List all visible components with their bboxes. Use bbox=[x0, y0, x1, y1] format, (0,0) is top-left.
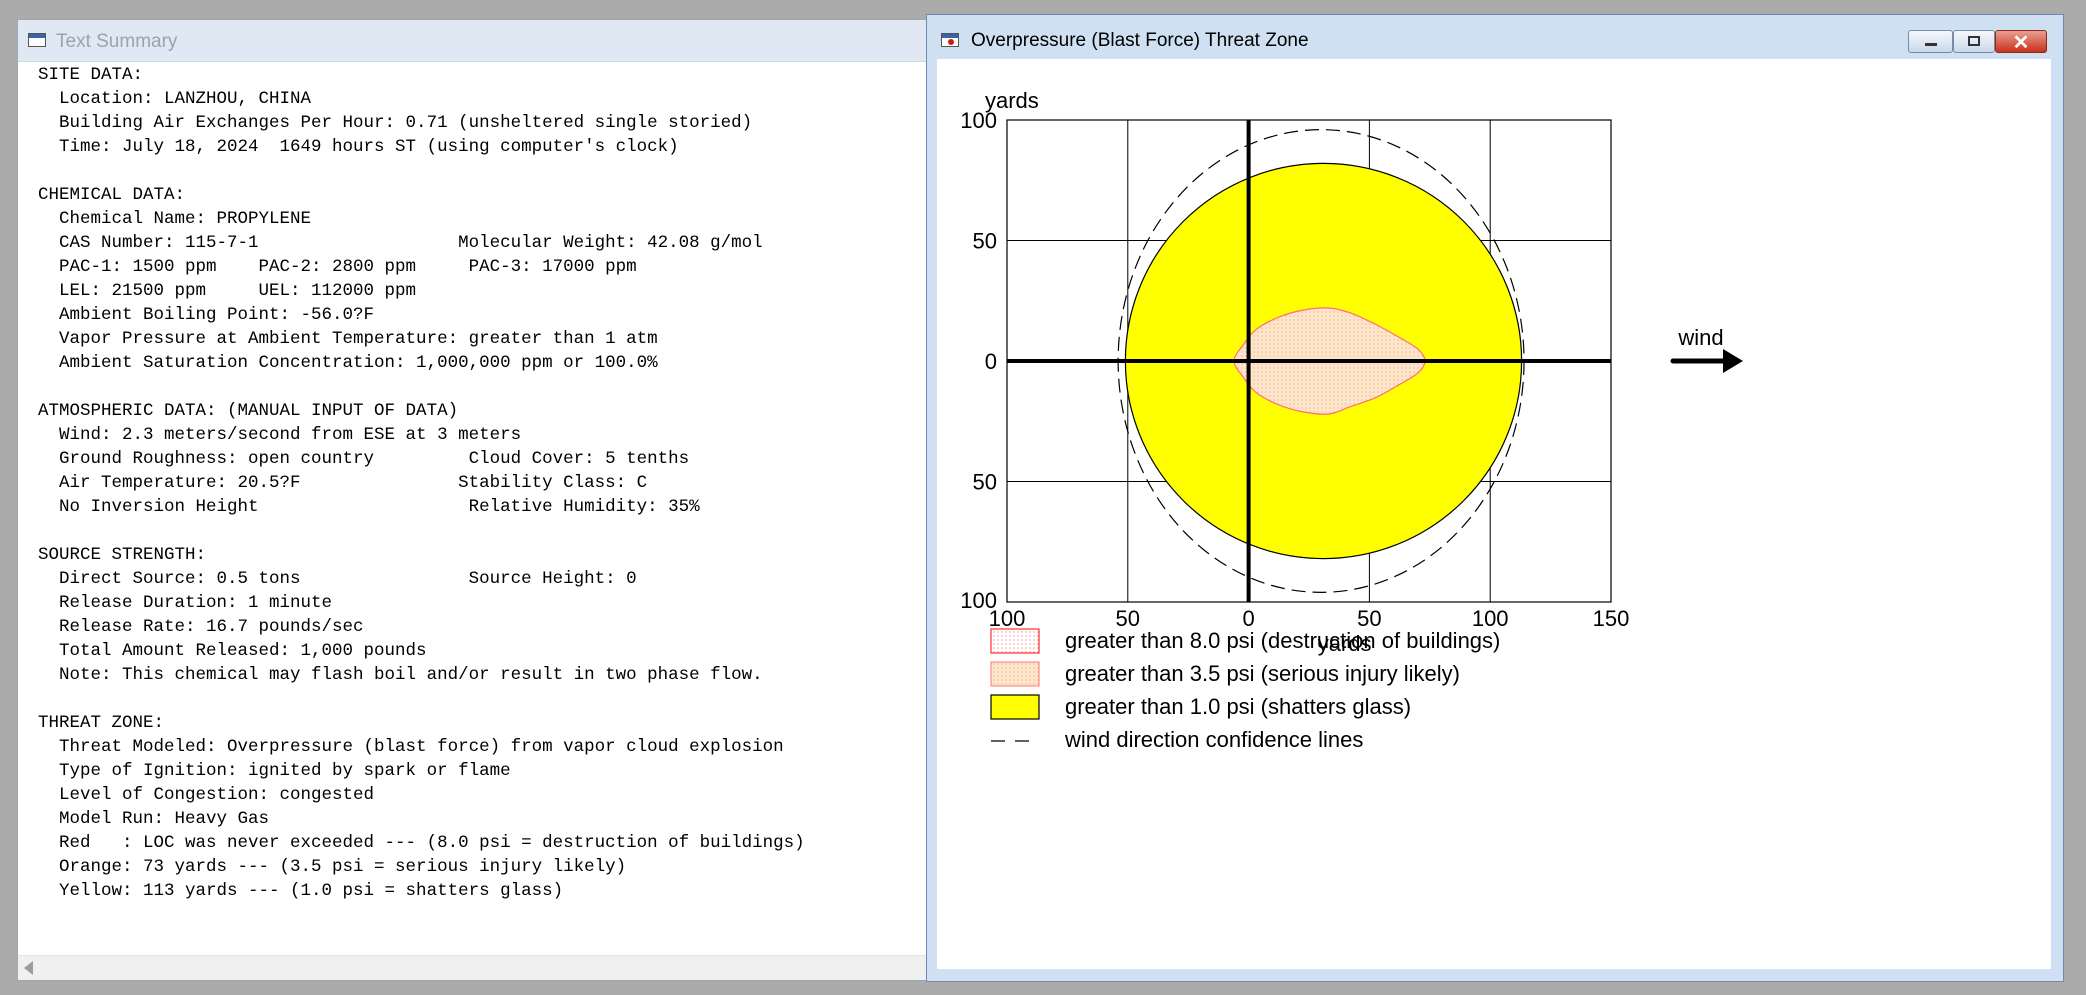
summary-line: Level of Congestion: congested bbox=[38, 785, 375, 805]
maximize-icon bbox=[1968, 36, 1980, 46]
summary-line: THREAT ZONE: bbox=[38, 713, 165, 733]
minimize-button[interactable] bbox=[1908, 30, 1953, 53]
summary-line: Vapor Pressure at Ambient Temperature: g… bbox=[38, 329, 658, 349]
summary-line: Building Air Exchanges Per Hour: 0.71 (u… bbox=[38, 113, 753, 133]
summary-line: Time: July 18, 2024 1649 hours ST (using… bbox=[38, 137, 679, 157]
threat-app-icon bbox=[941, 33, 959, 47]
summary-line: No Inversion Height Relative Humidity: 3… bbox=[38, 497, 700, 517]
minimize-icon bbox=[1925, 43, 1937, 46]
window-title: Text Summary bbox=[56, 31, 178, 52]
horizontal-scrollbar[interactable] bbox=[18, 955, 930, 980]
summary-line: SITE DATA: bbox=[38, 65, 144, 85]
legend-swatch-orange bbox=[990, 661, 1040, 687]
y-tick-label: 100 bbox=[960, 588, 997, 613]
summary-line: Ambient Boiling Point: -56.0?F bbox=[38, 305, 375, 325]
summary-line: Air Temperature: 20.5?F Stability Class:… bbox=[38, 473, 648, 493]
summary-line: Total Amount Released: 1,000 pounds bbox=[38, 641, 427, 661]
x-tick-label: 150 bbox=[1593, 606, 1630, 631]
close-icon: ✕ bbox=[2012, 32, 2030, 54]
summary-line: Type of Ignition: ignited by spark or fl… bbox=[38, 761, 511, 781]
summary-line: SOURCE STRENGTH: bbox=[38, 545, 207, 565]
summary-line: Threat Modeled: Overpressure (blast forc… bbox=[38, 737, 784, 757]
legend-swatch-yellow bbox=[990, 694, 1040, 720]
legend-label: greater than 3.5 psi (serious injury lik… bbox=[1065, 661, 1460, 686]
legend-label: greater than 1.0 psi (shatters glass) bbox=[1065, 694, 1411, 719]
summary-line: Chemical Name: PROPYLENE bbox=[38, 209, 312, 229]
close-button[interactable]: ✕ bbox=[1995, 30, 2047, 54]
threat-zone-chart: 100 50 0 50 100 15010050050100 yardsyards win… bbox=[960, 88, 1743, 752]
summary-line: PAC-1: 1500 ppm PAC-2: 2800 ppm PAC-3: 1… bbox=[38, 257, 637, 277]
wind-direction-icon bbox=[1723, 349, 1743, 373]
summary-line: Red : LOC was never exceeded --- (8.0 ps… bbox=[38, 833, 805, 853]
legend-label: wind direction confidence lines bbox=[1064, 727, 1363, 752]
window-title: Overpressure (Blast Force) Threat Zone bbox=[971, 30, 1309, 51]
y-tick-label: 50 bbox=[973, 470, 997, 495]
wind-label: wind bbox=[1677, 325, 1723, 350]
summary-line: LEL: 21500 ppm UEL: 112000 ppm bbox=[38, 281, 417, 301]
legend-swatch-red bbox=[990, 628, 1040, 654]
summary-line: Yellow: 113 yards --- (1.0 psi = shatter… bbox=[38, 881, 564, 901]
summary-line: CAS Number: 115-7-1 Molecular Weight: 42… bbox=[38, 233, 763, 253]
summary-line: ATMOSPHERIC DATA: (MANUAL INPUT OF DATA) bbox=[38, 401, 459, 421]
y-tick-label: 0 bbox=[985, 349, 997, 374]
y-axis-label: yards bbox=[985, 88, 1039, 113]
threat-zone-titlebar[interactable]: Overpressure (Blast Force) Threat Zone ✕ bbox=[927, 15, 2063, 57]
app-window-icon bbox=[28, 33, 46, 47]
text-summary-titlebar[interactable]: Text Summary bbox=[18, 20, 930, 62]
summary-line: Model Run: Heavy Gas bbox=[38, 809, 270, 829]
summary-line: Note: This chemical may flash boil and/o… bbox=[38, 665, 763, 685]
text-summary-window: Text Summary SITE DATA: Location: LANZHO… bbox=[17, 19, 931, 981]
scroll-left-icon[interactable] bbox=[24, 961, 33, 975]
summary-line: CHEMICAL DATA: bbox=[38, 185, 186, 205]
summary-line: Release Duration: 1 minute bbox=[38, 593, 333, 613]
summary-line: Location: LANZHOU, CHINA bbox=[38, 89, 312, 109]
y-tick-label: 50 bbox=[973, 229, 997, 254]
summary-line: Orange: 73 yards --- (3.5 psi = serious … bbox=[38, 857, 627, 877]
maximize-button[interactable] bbox=[1953, 30, 1995, 53]
threat-zone-plot-area: 100 50 0 50 100 150 100 50 0 50 100 yards yards win… bbox=[937, 59, 2051, 969]
legend-label: greater than 8.0 psi (destruction of bui… bbox=[1065, 628, 1500, 653]
summary-line: Ground Roughness: open country Cloud Cov… bbox=[38, 449, 690, 469]
summary-line: Release Rate: 16.7 pounds/sec bbox=[38, 617, 364, 637]
summary-text: SITE DATA: Location: LANZHOU, CHINA Buil… bbox=[38, 63, 805, 903]
summary-line: Wind: 2.3 meters/second from ESE at 3 me… bbox=[38, 425, 522, 445]
threat-zone-window: Overpressure (Blast Force) Threat Zone ✕… bbox=[926, 14, 2064, 982]
summary-line: Ambient Saturation Concentration: 1,000,… bbox=[38, 353, 658, 373]
summary-line: Direct Source: 0.5 tons Source Height: 0 bbox=[38, 569, 637, 589]
